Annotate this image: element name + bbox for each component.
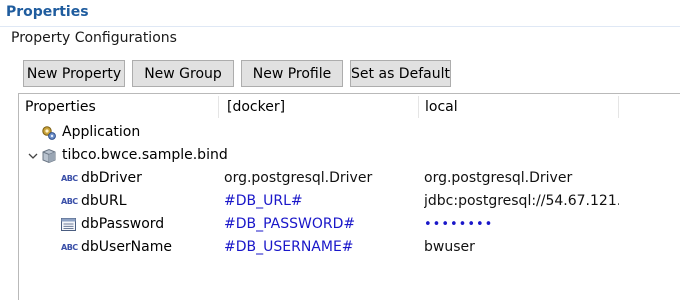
string-type-icon: ABC [61, 243, 78, 252]
local-value[interactable]: jdbc:postgresql://54.67.121.... [424, 190, 619, 213]
set-as-default-button[interactable]: Set as Default [350, 60, 451, 87]
tree-label: tibco.bwce.sample.bind [62, 147, 228, 163]
string-type-icon: ABC [61, 197, 78, 206]
property-name: dbDriver [81, 170, 142, 186]
property-name: dbPassword [81, 216, 165, 232]
password-type-icon [61, 218, 76, 231]
property-name: dbURL [81, 193, 127, 209]
tree-row-group[interactable]: tibco.bwce.sample.bind [19, 144, 680, 167]
column-divider[interactable] [218, 96, 219, 118]
docker-value[interactable]: #DB_USERNAME# [224, 236, 416, 259]
tree-row-application[interactable]: Application [19, 121, 680, 144]
tree-row-dburl[interactable]: ABC dbURL #DB_URL# jdbc:postgresql://54.… [19, 190, 680, 213]
column-header-properties[interactable]: Properties [25, 94, 96, 120]
string-type-icon: ABC [61, 174, 78, 183]
column-divider[interactable] [618, 96, 619, 118]
view-title-bar: Properties [0, 0, 680, 27]
docker-value[interactable]: org.postgresql.Driver [224, 167, 416, 190]
column-divider[interactable] [418, 96, 419, 118]
tree-label: Application [62, 124, 141, 140]
new-property-button[interactable]: New Property [23, 60, 125, 87]
table-header: Properties [docker] local [19, 94, 680, 120]
section-label: Property Configurations [11, 30, 177, 46]
property-name: dbUserName [81, 239, 172, 255]
new-profile-button[interactable]: New Profile [241, 60, 343, 87]
local-value[interactable]: bwuser [424, 236, 619, 259]
tree-row-dbdriver[interactable]: ABC dbDriver org.postgresql.Driver org.p… [19, 167, 680, 190]
docker-value[interactable]: #DB_URL# [224, 190, 416, 213]
group-icon [42, 148, 56, 164]
local-value-masked[interactable]: •••••••• [424, 213, 619, 236]
tree-row-dbusername[interactable]: ABC dbUserName #DB_USERNAME# bwuser [19, 236, 680, 259]
tree-row-dbpassword[interactable]: dbPassword #DB_PASSWORD# •••••••• [19, 213, 680, 236]
new-group-button[interactable]: New Group [132, 60, 234, 87]
column-header-docker[interactable]: [docker] [227, 94, 285, 120]
view-title: Properties [6, 4, 89, 20]
local-value[interactable]: org.postgresql.Driver [424, 167, 619, 190]
chevron-down-icon[interactable] [27, 148, 39, 164]
properties-tree-table[interactable]: Properties [docker] local Application ti… [18, 93, 680, 300]
docker-value[interactable]: #DB_PASSWORD# [224, 213, 416, 236]
properties-view: Properties Property Configurations New P… [0, 0, 680, 300]
application-icon [42, 126, 56, 140]
column-header-local[interactable]: local [425, 94, 458, 120]
